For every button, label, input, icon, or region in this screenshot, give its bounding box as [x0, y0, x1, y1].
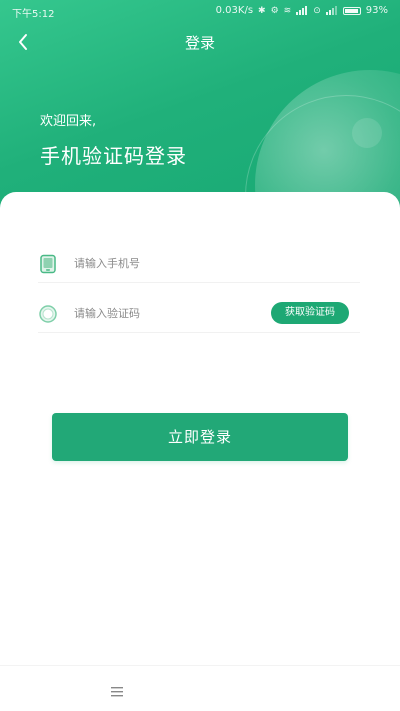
code-field: 获取验证码	[38, 296, 360, 333]
phone-field	[38, 246, 360, 283]
battery-icon	[342, 6, 361, 15]
welcome-text: 欢迎回来,	[40, 114, 97, 129]
phone-input[interactable]	[74, 252, 274, 274]
circle-icon	[39, 305, 57, 323]
login-headline: 手机验证码登录	[40, 144, 187, 168]
decorative-dot	[352, 118, 382, 148]
login-button[interactable]: 立即登录	[52, 413, 348, 461]
sync-icon: ⊙	[313, 5, 321, 16]
phone-icon	[40, 254, 56, 274]
battery-level: 93%	[365, 5, 388, 16]
alarm-icon: ⚙	[270, 5, 279, 16]
signal-2-icon	[325, 6, 337, 15]
status-time: 下午5:12	[12, 9, 55, 20]
bottom-nav-bar	[0, 665, 400, 711]
network-speed: 0.03K/s	[215, 5, 254, 16]
status-bar: 下午5:12 0.03K/s ✱ ⚙ ≋ ⊙ 93%	[0, 0, 400, 22]
bluetooth-icon: ✱	[258, 5, 266, 16]
wifi-icon: ≋	[283, 5, 292, 16]
code-input[interactable]	[74, 302, 274, 324]
get-code-button[interactable]: 获取验证码	[271, 302, 349, 324]
signal-icon	[296, 6, 308, 15]
menu-icon[interactable]	[110, 686, 124, 698]
page-title: 登录	[184, 34, 215, 52]
status-icons: 0.03K/s ✱ ⚙ ≋ ⊙ 93%	[216, 5, 388, 16]
